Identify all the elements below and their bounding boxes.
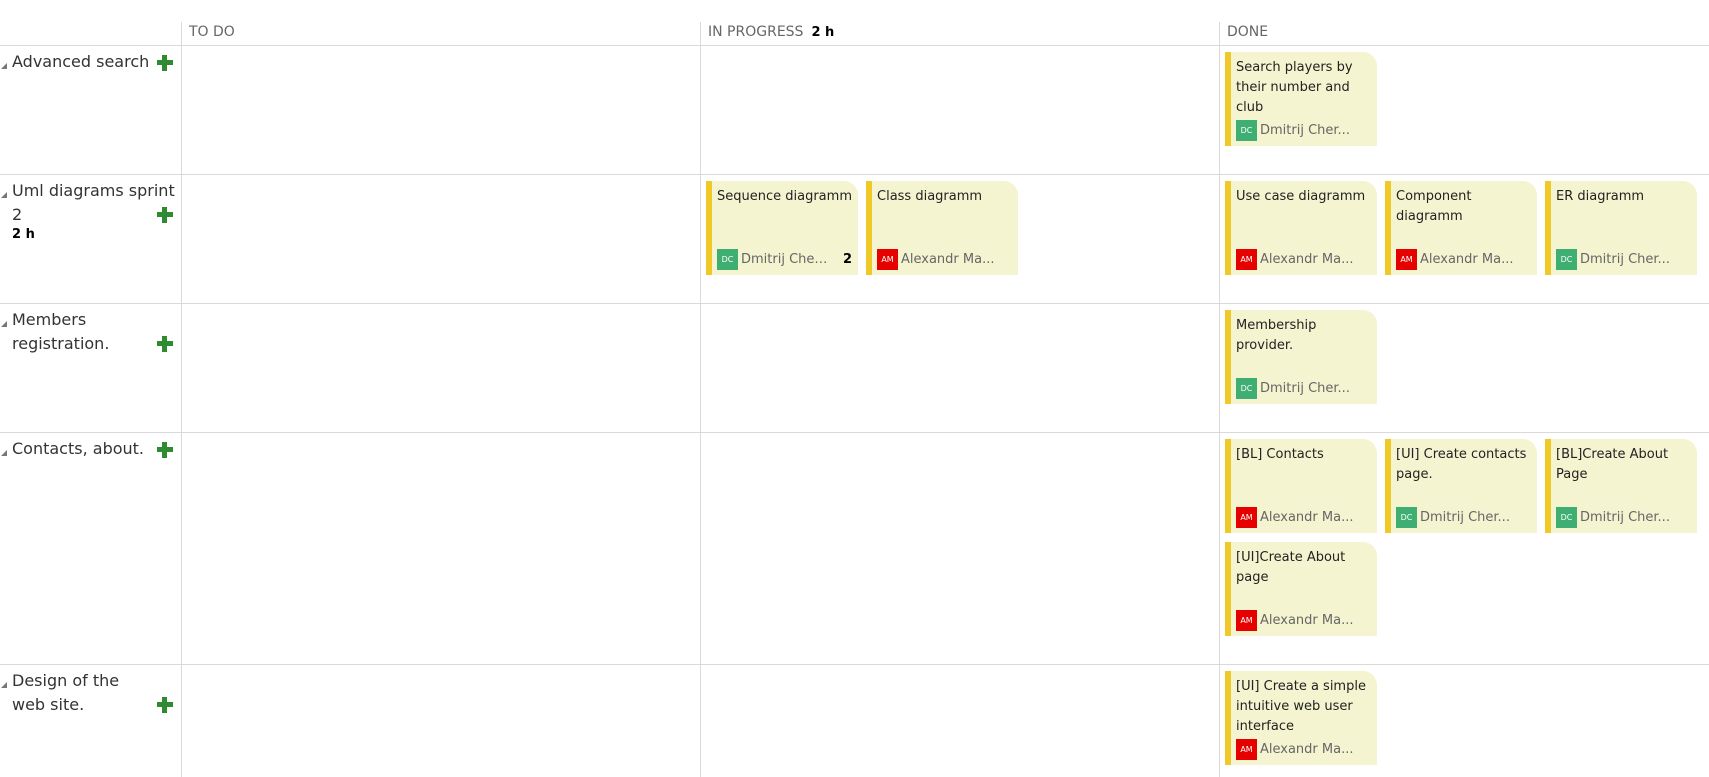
row-divider bbox=[0, 664, 1709, 665]
taskboard: TO DO IN PROGRESS 2 h DONE Advanced searc… bbox=[0, 0, 1709, 777]
owner-name: Alexandr Ma... bbox=[901, 251, 995, 267]
task-card[interactable]: Search players by their number and club … bbox=[1225, 52, 1377, 146]
column-header-done[interactable]: DONE bbox=[1227, 24, 1268, 40]
task-card[interactable]: Use case diagramm AM Alexandr Ma... bbox=[1225, 181, 1377, 275]
column-hours: 2 h bbox=[811, 25, 835, 40]
row-divider bbox=[0, 174, 1709, 175]
task-owner[interactable]: DC Dmitrij Cher... bbox=[1556, 506, 1696, 528]
owner-name: Alexandr Ma... bbox=[1260, 509, 1354, 525]
task-title: ER diagramm bbox=[1556, 189, 1645, 204]
task-title: [UI]Create About page bbox=[1236, 550, 1346, 585]
task-card[interactable]: ER diagramm DC Dmitrij Cher... bbox=[1545, 181, 1697, 275]
collapse-triangle-icon[interactable] bbox=[1, 682, 7, 688]
story-title[interactable]: Members registration. bbox=[12, 308, 177, 356]
story-title[interactable]: Advanced search bbox=[12, 50, 177, 74]
task-card[interactable]: [BL] Contacts AM Alexandr Ma... bbox=[1225, 439, 1377, 533]
task-owner[interactable]: AM Alexandr Ma... bbox=[1236, 609, 1376, 631]
task-owner[interactable]: AM Alexandr Ma... bbox=[1236, 738, 1376, 760]
task-owner[interactable]: AM Alexandr Ma... bbox=[1236, 506, 1376, 528]
add-task-plus-icon[interactable] bbox=[156, 335, 174, 353]
task-title: Use case diagramm bbox=[1236, 189, 1366, 204]
avatar: DC bbox=[1236, 377, 1257, 399]
avatar: AM bbox=[1236, 609, 1257, 631]
owner-name: Alexandr Ma... bbox=[1260, 741, 1354, 757]
column-label: TO DO bbox=[189, 24, 235, 40]
add-task-plus-icon[interactable] bbox=[156, 206, 174, 224]
task-owner[interactable]: DC Dmitrij Cher... bbox=[1396, 506, 1536, 528]
avatar: AM bbox=[1396, 248, 1417, 270]
row-divider bbox=[0, 45, 1709, 46]
add-task-plus-icon[interactable] bbox=[156, 696, 174, 714]
column-header-todo[interactable]: TO DO bbox=[189, 24, 235, 40]
task-title: [UI] Create contacts page. bbox=[1396, 447, 1527, 482]
avatar: AM bbox=[1236, 506, 1257, 528]
story-title[interactable]: Design of the web site. bbox=[12, 669, 152, 717]
owner-name: Dmitrij Cher... bbox=[1260, 122, 1350, 138]
task-owner[interactable]: DC Dmitrij Cher... bbox=[717, 248, 857, 270]
task-title: [UI] Create a simple intuitive web user … bbox=[1236, 679, 1366, 734]
owner-name: Dmitrij Cher... bbox=[1260, 380, 1350, 396]
avatar: DC bbox=[1556, 506, 1577, 528]
task-title: Component diagramm bbox=[1396, 189, 1472, 224]
task-owner[interactable]: DC Dmitrij Cher... bbox=[1236, 377, 1376, 399]
row-divider bbox=[0, 432, 1709, 433]
owner-name: Alexandr Ma... bbox=[1260, 251, 1354, 267]
story-title[interactable]: Contacts, about. bbox=[12, 437, 177, 461]
story-title[interactable]: Uml diagrams sprint 2 bbox=[12, 179, 177, 227]
collapse-triangle-icon[interactable] bbox=[1, 321, 7, 327]
add-task-plus-icon[interactable] bbox=[156, 441, 174, 459]
task-owner[interactable]: DC Dmitrij Cher... bbox=[1556, 248, 1696, 270]
task-title: [BL] Contacts bbox=[1236, 447, 1324, 462]
task-card[interactable]: Sequence diagramm DC Dmitrij Cher... 2 bbox=[706, 181, 858, 275]
task-owner[interactable]: AM Alexandr Ma... bbox=[877, 248, 1017, 270]
avatar: DC bbox=[1396, 506, 1417, 528]
avatar: DC bbox=[1556, 248, 1577, 270]
task-owner[interactable]: DC Dmitrij Cher... bbox=[1236, 119, 1376, 141]
owner-name: Alexandr Ma... bbox=[1420, 251, 1514, 267]
column-label: IN PROGRESS bbox=[708, 24, 804, 40]
owner-name: Dmitrij Cher... bbox=[741, 251, 829, 267]
task-card[interactable]: [UI] Create contacts page. DC Dmitrij Ch… bbox=[1385, 439, 1537, 533]
task-title: [BL]Create About Page bbox=[1556, 447, 1669, 482]
avatar: DC bbox=[1236, 119, 1257, 141]
avatar: AM bbox=[1236, 248, 1257, 270]
collapse-triangle-icon[interactable] bbox=[1, 63, 7, 69]
task-owner[interactable]: AM Alexandr Ma... bbox=[1396, 248, 1536, 270]
owner-name: Dmitrij Cher... bbox=[1580, 509, 1670, 525]
task-owner[interactable]: AM Alexandr Ma... bbox=[1236, 248, 1376, 270]
remaining-hours-badge: 2 bbox=[842, 252, 852, 267]
avatar: DC bbox=[717, 248, 738, 270]
story-hours: 2 h bbox=[12, 227, 35, 242]
task-title: Sequence diagramm bbox=[717, 189, 852, 204]
add-task-plus-icon[interactable] bbox=[156, 54, 174, 72]
task-card[interactable]: Membership provider. DC Dmitrij Cher... bbox=[1225, 310, 1377, 404]
row-divider bbox=[0, 303, 1709, 304]
task-card[interactable]: Component diagramm AM Alexandr Ma... bbox=[1385, 181, 1537, 275]
collapse-triangle-icon[interactable] bbox=[1, 450, 7, 456]
task-card[interactable]: [UI] Create a simple intuitive web user … bbox=[1225, 671, 1377, 765]
collapse-triangle-icon[interactable] bbox=[1, 192, 7, 198]
task-title: Search players by their number and club bbox=[1236, 60, 1353, 115]
task-card[interactable]: [BL]Create About Page DC Dmitrij Cher... bbox=[1545, 439, 1697, 533]
column-label: DONE bbox=[1227, 24, 1269, 40]
owner-name: Dmitrij Cher... bbox=[1420, 509, 1510, 525]
avatar: AM bbox=[1236, 738, 1257, 760]
avatar: AM bbox=[877, 248, 898, 270]
task-card[interactable]: [UI]Create About page AM Alexandr Ma... bbox=[1225, 542, 1377, 636]
owner-name: Alexandr Ma... bbox=[1260, 612, 1354, 628]
task-card[interactable]: Class diagramm AM Alexandr Ma... bbox=[866, 181, 1018, 275]
task-title: Membership provider. bbox=[1236, 318, 1317, 353]
column-header-in-progress[interactable]: IN PROGRESS 2 h bbox=[708, 24, 834, 40]
task-title: Class diagramm bbox=[877, 189, 983, 204]
owner-name: Dmitrij Cher... bbox=[1580, 251, 1670, 267]
